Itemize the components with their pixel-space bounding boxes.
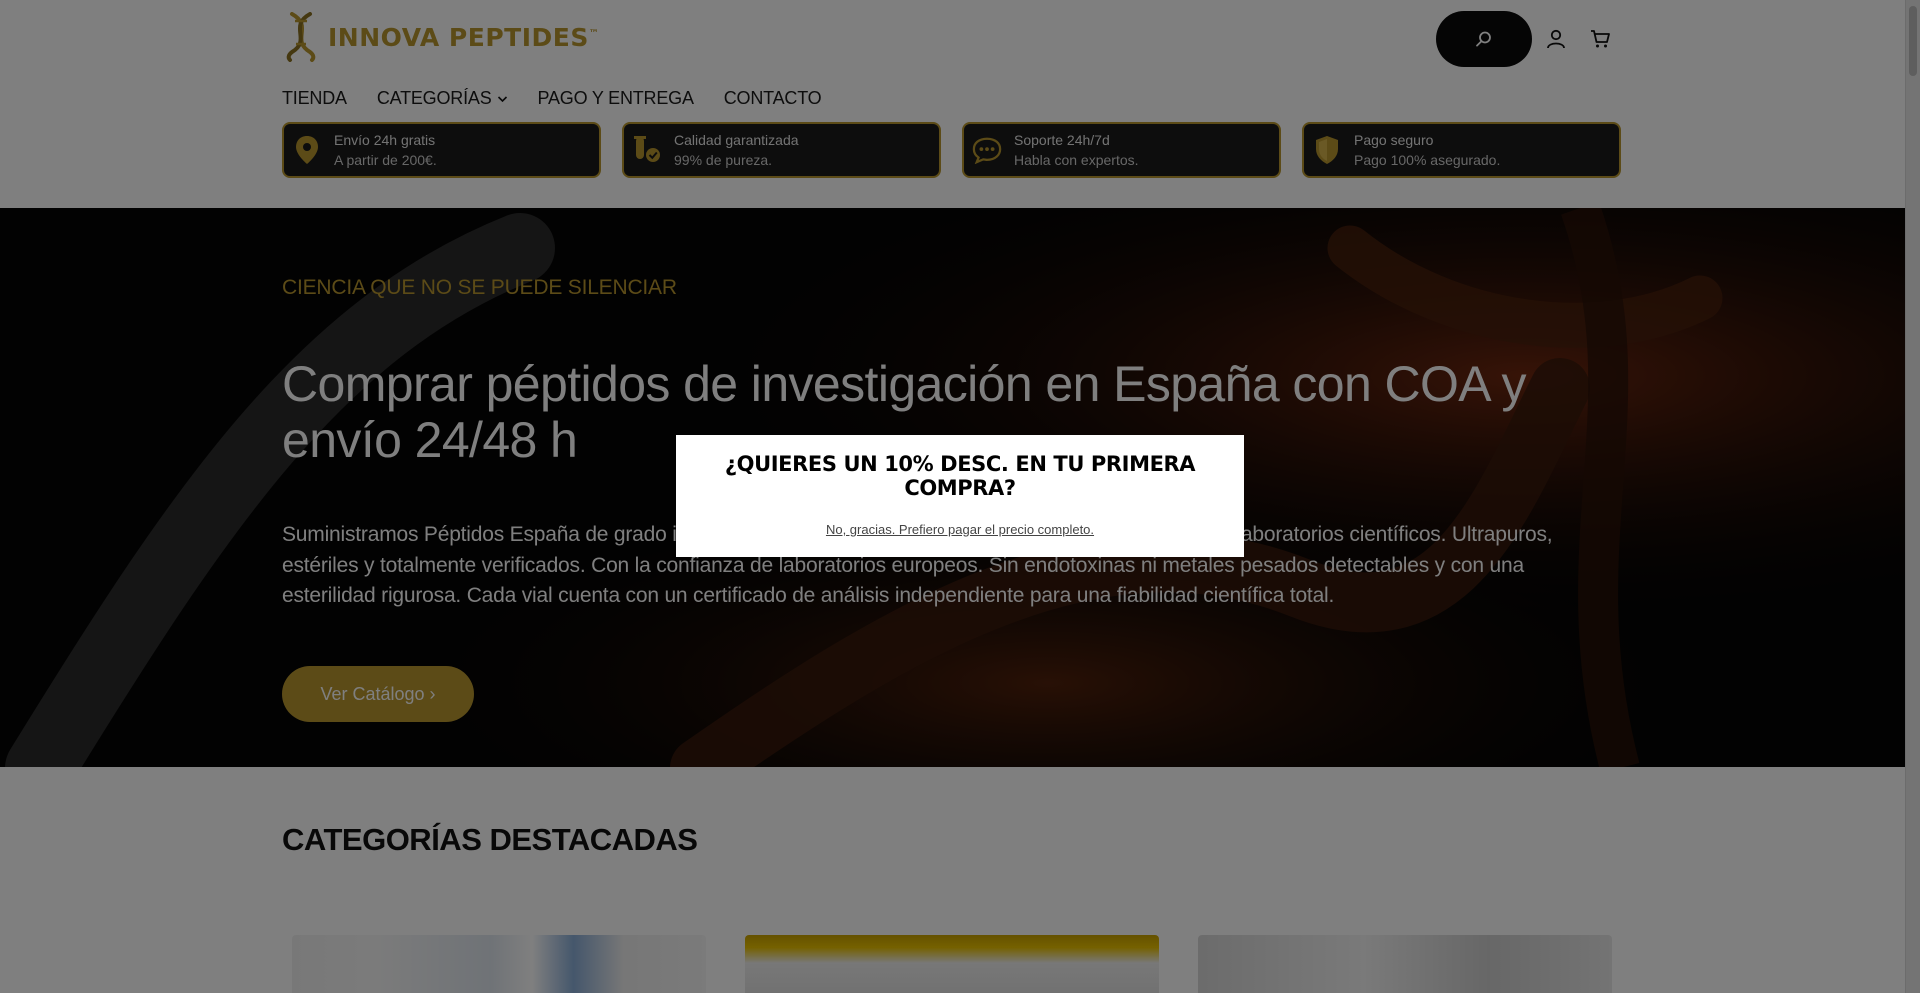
discount-popup: ¿QUIERES UN 10% DESC. EN TU PRIMERA COMP… xyxy=(676,435,1244,557)
decline-offer-link[interactable]: No, gracias. Prefiero pagar el precio co… xyxy=(826,522,1094,537)
popup-title: ¿QUIERES UN 10% DESC. EN TU PRIMERA COMP… xyxy=(724,452,1196,500)
